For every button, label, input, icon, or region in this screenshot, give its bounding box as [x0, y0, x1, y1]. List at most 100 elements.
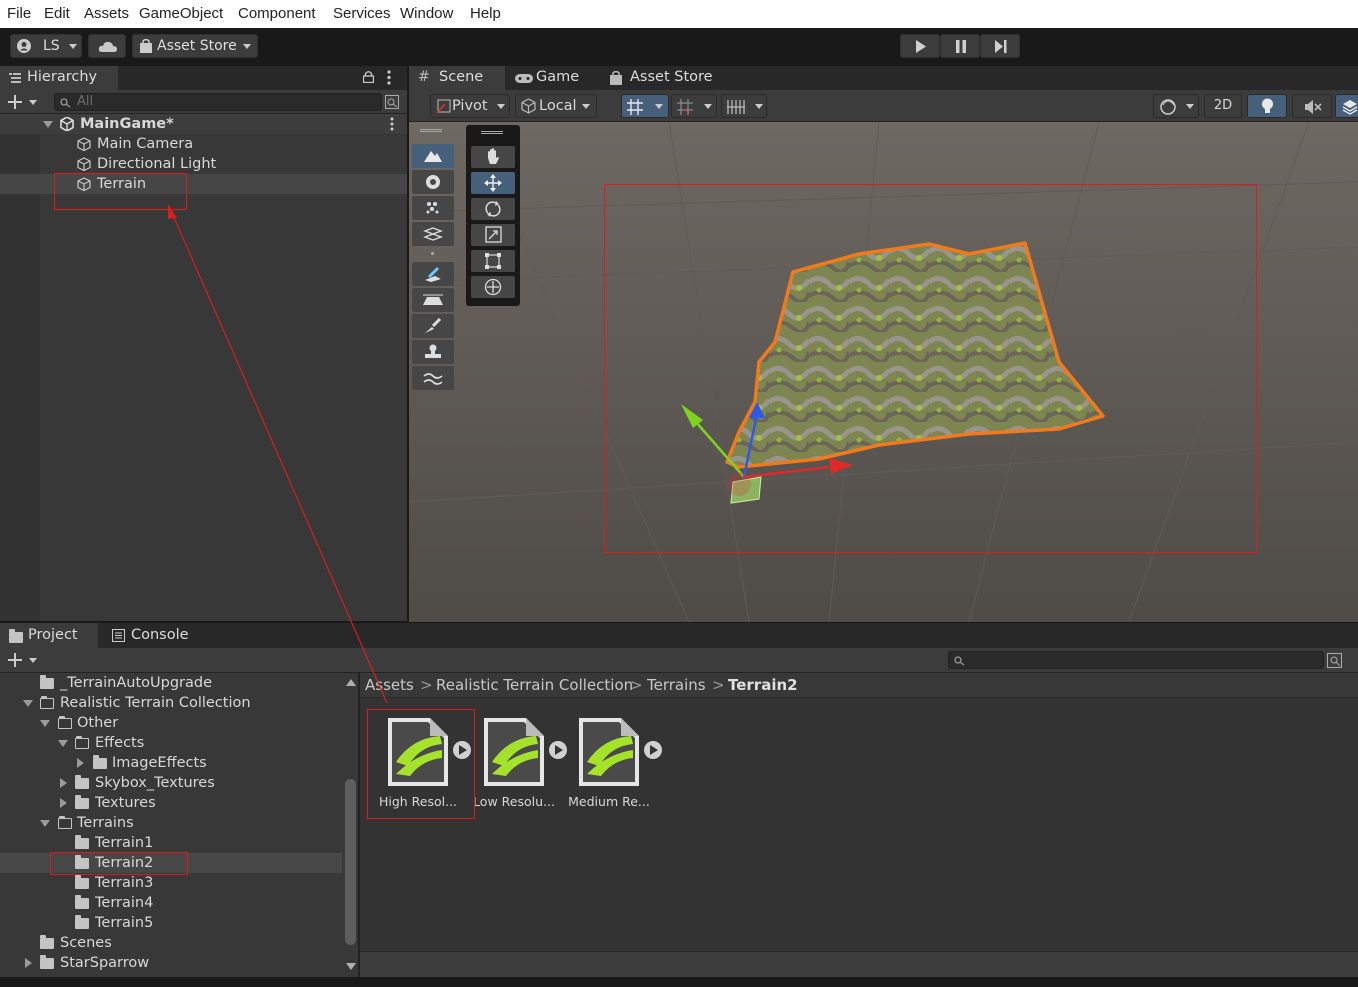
- transform-tool[interactable]: [471, 276, 515, 298]
- fold-arrow-icon[interactable]: [25, 958, 32, 968]
- pivot-dropdown[interactable]: Pivot: [430, 94, 510, 118]
- tree-item[interactable]: Terrain5: [0, 913, 342, 933]
- grid-snap-toggle[interactable]: [621, 94, 669, 118]
- effects-toggle[interactable]: [1335, 94, 1358, 118]
- menu-component[interactable]: Component: [238, 5, 316, 22]
- rotate-tool[interactable]: [471, 198, 515, 220]
- asset-tile-medium-resolution[interactable]: Medium Re...: [563, 712, 662, 812]
- menu-edit[interactable]: Edit: [44, 5, 70, 22]
- kebab-menu-icon[interactable]: [387, 70, 391, 85]
- chevron-down-icon: [497, 104, 505, 109]
- fold-arrow-icon[interactable]: [40, 820, 50, 827]
- draw-mode-dropdown[interactable]: [1153, 94, 1199, 118]
- scene-row[interactable]: MainGame*: [0, 114, 408, 134]
- tab-project[interactable]: Project: [0, 623, 98, 648]
- menu-help[interactable]: Help: [470, 5, 501, 22]
- asset-tile-low-resolution[interactable]: Low Resolu...: [468, 712, 567, 812]
- move-tool[interactable]: [471, 172, 515, 194]
- tree-item[interactable]: Realistic Terrain Collection: [0, 693, 342, 713]
- cloud-button[interactable]: [88, 34, 126, 58]
- tree-item[interactable]: Effects: [0, 733, 342, 753]
- ruler-toggle[interactable]: [721, 94, 767, 118]
- fold-arrow-icon[interactable]: [58, 740, 68, 747]
- local-dropdown[interactable]: Local: [515, 94, 597, 118]
- scene-viewport[interactable]: [409, 122, 1358, 622]
- universal-transform-icon: [484, 278, 502, 296]
- play-button[interactable]: [900, 34, 940, 58]
- set-height-tool[interactable]: [412, 288, 454, 312]
- asset-store-button[interactable]: Asset Store: [132, 34, 258, 58]
- scroll-up-icon[interactable]: [346, 679, 356, 686]
- tree-item[interactable]: Terrain4: [0, 893, 342, 913]
- rect-tool[interactable]: [471, 250, 515, 272]
- breadcrumb-terrain2[interactable]: Terrain2: [728, 673, 798, 697]
- scene-visibility-icon[interactable]: [385, 95, 399, 109]
- tab-hierarchy[interactable]: Hierarchy: [0, 66, 118, 90]
- fold-arrow-icon[interactable]: [43, 121, 53, 128]
- tab-asset-store[interactable]: Asset Store: [601, 66, 731, 90]
- menu-file[interactable]: File: [7, 5, 31, 22]
- project-search-input[interactable]: [948, 651, 1324, 669]
- fold-arrow-icon[interactable]: [77, 758, 84, 768]
- paint-holes-tool[interactable]: [412, 170, 454, 194]
- kebab-menu-icon[interactable]: [390, 117, 394, 131]
- asset-label: Low Resolu...: [473, 794, 555, 809]
- stamp-terrain-tool[interactable]: [412, 340, 454, 364]
- fold-arrow-icon[interactable]: [23, 700, 33, 707]
- tab-console[interactable]: Console: [103, 623, 203, 648]
- fold-arrow-icon[interactable]: [60, 778, 67, 788]
- plus-icon[interactable]: [8, 95, 22, 109]
- hierarchy-search-input[interactable]: All: [54, 93, 382, 111]
- drag-handle-icon[interactable]: [420, 129, 442, 132]
- tree-item[interactable]: Scenes: [0, 933, 342, 953]
- breadcrumb-assets[interactable]: Assets: [365, 673, 414, 697]
- breadcrumb-terrains[interactable]: Terrains: [647, 673, 706, 697]
- lock-icon[interactable]: [363, 70, 374, 83]
- fold-arrow-icon[interactable]: [40, 720, 50, 727]
- tab-scene[interactable]: # Scene: [409, 66, 505, 90]
- increment-snap-toggle[interactable]: [671, 94, 717, 118]
- search-by-type-icon[interactable]: [1327, 653, 1342, 668]
- smooth-height-tool[interactable]: [412, 314, 454, 338]
- scroll-down-icon[interactable]: [346, 963, 356, 970]
- scrollbar-thumb[interactable]: [345, 779, 356, 945]
- pause-button[interactable]: [940, 34, 980, 58]
- scale-tool[interactable]: [471, 224, 515, 246]
- chevron-down-icon[interactable]: [29, 658, 37, 663]
- breadcrumb-realistic[interactable]: Realistic Terrain Collection: [436, 673, 633, 697]
- drag-handle-icon[interactable]: [481, 131, 503, 134]
- paint-texture-tool[interactable]: [412, 262, 454, 286]
- audio-toggle[interactable]: [1292, 94, 1332, 118]
- menu-window[interactable]: Window: [400, 5, 453, 22]
- lighting-toggle[interactable]: [1247, 94, 1287, 118]
- tree-item[interactable]: Terrain3: [0, 873, 342, 893]
- hierarchy-item-directional-light[interactable]: Directional Light: [0, 154, 408, 174]
- tree-item[interactable]: Other: [0, 713, 342, 733]
- hierarchy-panel: All MainGame* Main Camera Directional Li…: [0, 90, 408, 621]
- tree-item[interactable]: StarSparrow: [0, 953, 342, 973]
- view-tool[interactable]: [471, 146, 515, 168]
- paint-details-tool[interactable]: [412, 196, 454, 220]
- tree-item[interactable]: Terrains: [0, 813, 342, 833]
- fold-arrow-icon[interactable]: [60, 798, 67, 808]
- tab-game[interactable]: Game: [507, 66, 597, 90]
- hierarchy-item-main-camera[interactable]: Main Camera: [0, 134, 408, 154]
- step-button[interactable]: [980, 34, 1020, 58]
- account-button[interactable]: LS: [10, 34, 82, 58]
- menu-assets[interactable]: Assets: [84, 5, 129, 22]
- tree-item[interactable]: _TerrainAutoUpgrade: [0, 673, 342, 693]
- neighbor-terrains-tool[interactable]: [412, 222, 454, 246]
- tree-item[interactable]: Skybox_Textures: [0, 773, 342, 793]
- 2d-toggle[interactable]: 2D: [1204, 94, 1242, 118]
- smooth-terrain-tool[interactable]: [412, 366, 454, 390]
- chevron-down-icon[interactable]: [29, 100, 37, 105]
- tree-item[interactable]: Terrain1: [0, 833, 342, 853]
- tree-item[interactable]: ImageEffects: [0, 753, 342, 773]
- menu-gameobject[interactable]: GameObject: [139, 5, 223, 22]
- menu-services[interactable]: Services: [333, 5, 391, 22]
- raise-lower-terrain-tool[interactable]: [412, 144, 454, 168]
- tree-item[interactable]: Textures: [0, 793, 342, 813]
- tree-scrollbar[interactable]: [343, 673, 358, 977]
- plus-icon[interactable]: [8, 653, 22, 667]
- plateau-icon: [423, 294, 443, 305]
